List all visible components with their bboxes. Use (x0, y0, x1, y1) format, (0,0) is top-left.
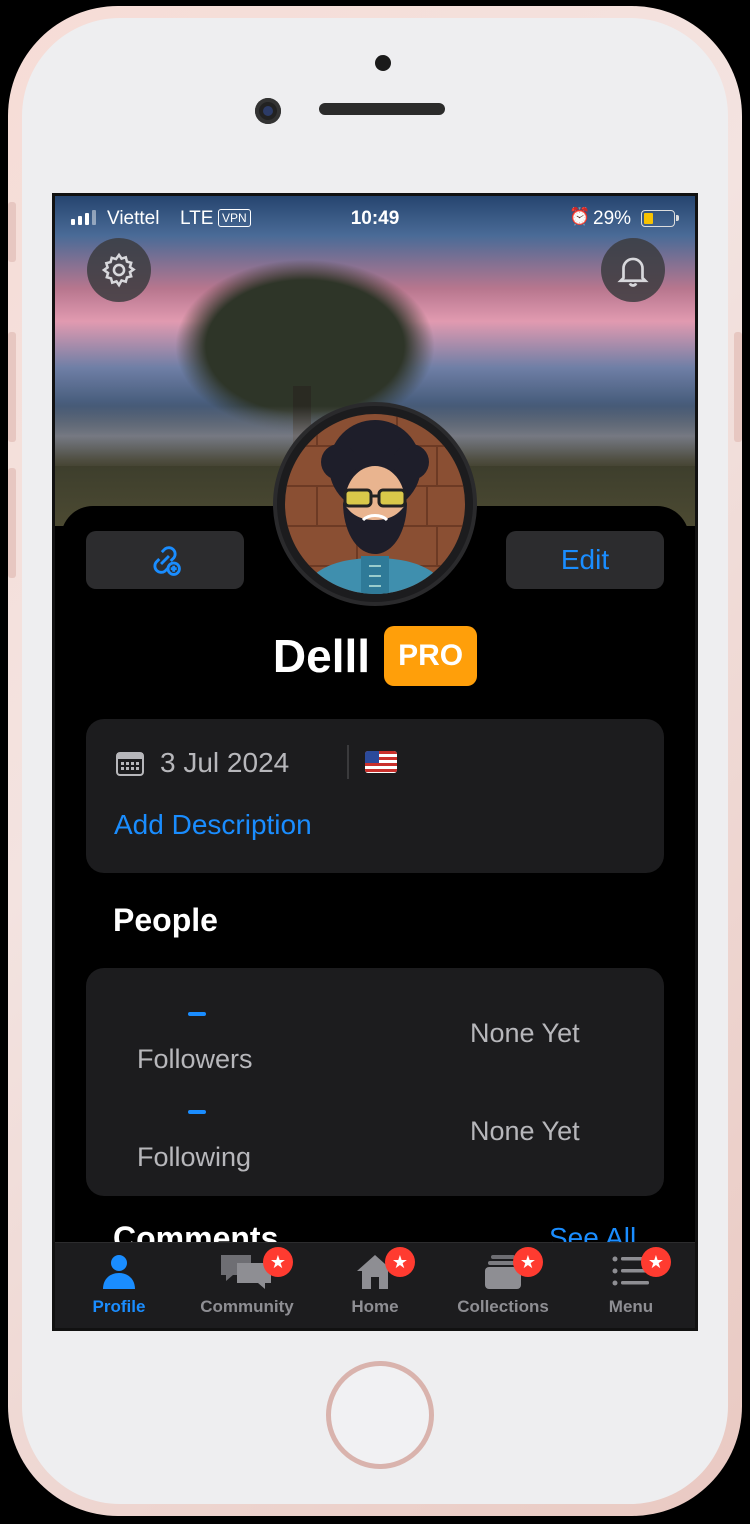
tab-profile[interactable]: Profile (55, 1243, 183, 1328)
home-button[interactable] (326, 1361, 434, 1469)
bell-icon (617, 257, 649, 287)
settings-button[interactable] (87, 238, 151, 302)
followers-count-placeholder (188, 1012, 206, 1016)
people-card: Followers None Yet Following None Yet (86, 968, 664, 1196)
tab-home[interactable]: ★ Home (311, 1243, 439, 1328)
tab-menu-label: Menu (608, 1297, 654, 1316)
app-screen: Viettel LTE VPN 10:49 ⏰ 29% Edit Delll P… (52, 193, 698, 1331)
person-icon (103, 1255, 135, 1289)
people-section-title: People (113, 902, 218, 938)
link-add-icon (153, 546, 181, 576)
collections-badge-star-icon: ★ (513, 1247, 543, 1277)
us-flag-icon (365, 751, 397, 773)
battery-icon (641, 210, 679, 227)
join-date: 3 Jul 2024 (160, 747, 290, 778)
info-divider (347, 745, 349, 779)
following-count-placeholder (188, 1110, 206, 1114)
volume-down-button (8, 468, 16, 578)
tab-bar: Profile ★ Community ★ Home ★ Collections… (55, 1242, 695, 1328)
avatar[interactable] (277, 406, 473, 602)
profile-name: Delll (272, 630, 371, 682)
following-value: None Yet (470, 1116, 580, 1146)
profile-name-row: Delll PRO (55, 626, 695, 686)
tab-menu[interactable]: ★ Menu (567, 1243, 695, 1328)
battery-percent: 29% (593, 208, 632, 229)
volume-up-button (8, 332, 16, 442)
tab-collections[interactable]: ★ Collections (439, 1243, 567, 1328)
community-badge-star-icon: ★ (263, 1247, 293, 1277)
following-label[interactable]: Following (137, 1142, 251, 1173)
join-date-row: 3 Jul 2024 (116, 747, 289, 779)
followers-value: None Yet (470, 1018, 580, 1048)
earpiece-speaker (319, 103, 445, 115)
tab-home-label: Home (351, 1297, 399, 1316)
share-link-button[interactable] (86, 531, 244, 589)
tab-community-label: Community (200, 1297, 294, 1316)
edit-profile-button[interactable]: Edit (506, 531, 664, 589)
tab-collections-label: Collections (457, 1297, 549, 1316)
status-bar: Viettel LTE VPN 10:49 ⏰ 29% (55, 196, 695, 240)
tab-profile-label: Profile (92, 1297, 146, 1316)
gear-icon (101, 252, 136, 288)
tab-community[interactable]: ★ Community (183, 1243, 311, 1328)
avatar-illustration (285, 414, 465, 594)
proximity-sensor (375, 55, 391, 71)
calendar-icon (116, 752, 144, 776)
power-button (734, 332, 742, 442)
home-badge-star-icon: ★ (385, 1247, 415, 1277)
pro-badge: PRO (384, 626, 478, 686)
front-camera (255, 98, 281, 124)
add-description-link[interactable]: Add Description (114, 809, 312, 841)
followers-label[interactable]: Followers (137, 1044, 253, 1075)
notifications-button[interactable] (601, 238, 665, 302)
menu-badge-star-icon: ★ (641, 1247, 671, 1277)
alarm-icon: ⏰ (569, 207, 591, 226)
mute-switch (8, 202, 16, 262)
info-card: 3 Jul 2024 Add Description (86, 719, 664, 873)
